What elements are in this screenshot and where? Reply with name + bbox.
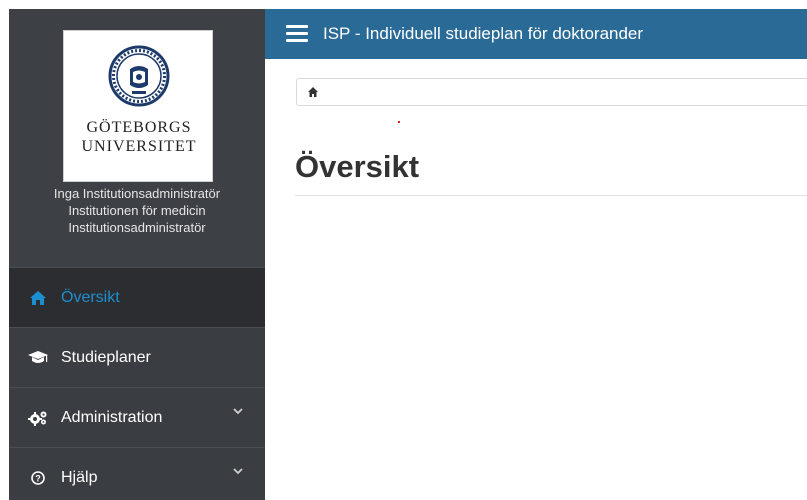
- sidebar-item-hjalp[interactable]: ? Hjälp: [9, 447, 265, 500]
- user-name: Inga Institutionsadministratör: [53, 186, 221, 201]
- sidebar-item-oversikt[interactable]: Översikt: [9, 267, 265, 327]
- marker-dot: [398, 121, 400, 123]
- user-department: Institutionen för medicin: [68, 203, 206, 218]
- sidebar-item-label: Administration: [61, 408, 163, 426]
- chevron-down-icon[interactable]: [233, 406, 243, 416]
- sidebar: GÖTEBORGS UNIVERSITET Inga Institutionsa…: [9, 9, 265, 500]
- sidebar-item-label: Studieplaner: [61, 348, 151, 366]
- user-info: Inga Institutionsadministratör Instituti…: [9, 185, 265, 236]
- graduation-cap-icon: [27, 349, 49, 367]
- sidebar-item-administration[interactable]: Administration: [9, 387, 265, 447]
- logo-text-line1: GÖTEBORGS: [86, 119, 192, 136]
- logo-text-line2: UNIVERSITET: [81, 138, 197, 155]
- home-icon: [27, 289, 49, 307]
- sidebar-item-label: Hjälp: [61, 468, 98, 486]
- university-seal-icon: [108, 45, 170, 107]
- sidebar-item-label: Översikt: [61, 288, 120, 306]
- app-title: ISP - Individuell studieplan för doktora…: [323, 24, 644, 43]
- chevron-down-icon[interactable]: [233, 466, 243, 476]
- top-strip: [0, 0, 807, 9]
- title-divider: [295, 195, 807, 196]
- page-title: Översikt: [295, 149, 420, 184]
- help-icon: ?: [27, 469, 49, 487]
- svg-text:?: ?: [35, 473, 41, 483]
- sidebar-item-studieplaner[interactable]: Studieplaner: [9, 327, 265, 387]
- top-bar: ISP - Individuell studieplan för doktora…: [265, 9, 807, 59]
- sidebar-nav: Översikt Studieplaner Administration ? H…: [9, 267, 265, 500]
- user-role: Institutionsadministratör: [68, 220, 206, 235]
- hamburger-menu-icon[interactable]: [286, 25, 308, 43]
- home-icon[interactable]: [308, 87, 318, 97]
- breadcrumb: [296, 78, 807, 106]
- cogs-icon: [27, 409, 49, 427]
- sidebar-header: GÖTEBORGS UNIVERSITET Inga Institutionsa…: [9, 9, 265, 267]
- university-logo[interactable]: GÖTEBORGS UNIVERSITET: [63, 30, 213, 182]
- app-window: GÖTEBORGS UNIVERSITET Inga Institutionsa…: [0, 0, 807, 500]
